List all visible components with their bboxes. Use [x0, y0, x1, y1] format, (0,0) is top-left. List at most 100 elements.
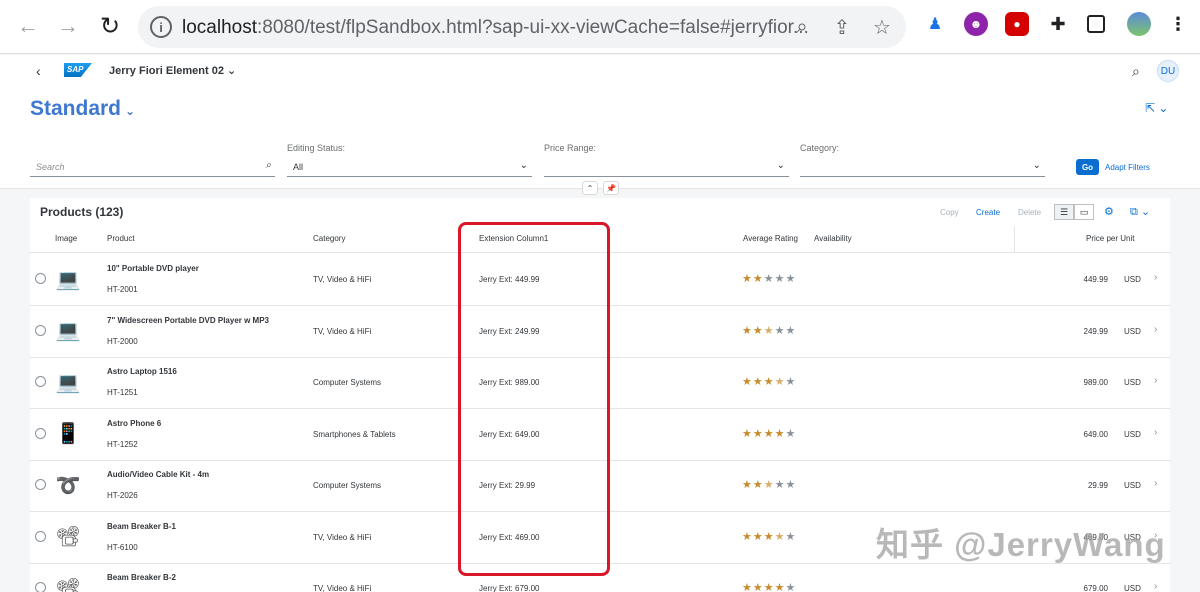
rating-stars: ★★★★★	[742, 376, 797, 388]
shell-back-icon[interactable]: ‹	[36, 63, 41, 79]
pin-header-icon[interactable]: 📌	[603, 181, 619, 195]
export-icon[interactable]: ⧉ ⌄	[1130, 205, 1150, 219]
zoom-icon[interactable]: ⌕	[790, 15, 814, 39]
product-name: Astro Laptop 1516	[107, 367, 177, 376]
row-select-radio[interactable]	[35, 376, 46, 387]
browser-toolbar: ← → ↻ i localhost:8080/test/flpSandbox.h…	[0, 0, 1200, 54]
purple-extension-icon[interactable]: ☻	[964, 12, 988, 36]
delete-button[interactable]: Delete	[1018, 208, 1041, 217]
row-select-radio[interactable]	[35, 427, 46, 439]
side-panel-icon[interactable]	[1087, 15, 1105, 33]
rating-stars: ★★★★★	[742, 479, 797, 491]
price-value: 249.99	[1083, 326, 1108, 336]
row-select-radio[interactable]	[35, 530, 46, 542]
watermark: 知乎 @JerryWang	[876, 526, 1166, 563]
collapse-header-icon[interactable]: ⌃	[582, 181, 598, 195]
back-arrow-icon[interactable]: ←	[10, 8, 46, 44]
category-select[interactable]: ⌄	[800, 158, 1045, 177]
col-header-image[interactable]: Image	[55, 234, 77, 243]
row-select-radio[interactable]	[35, 324, 46, 336]
price-value: 449.99	[1083, 275, 1108, 284]
chevron-down-icon: ⌄	[776, 160, 785, 171]
product-category: TV, Video & HiFi	[313, 326, 372, 336]
row-navigate-icon[interactable]: ›	[1154, 427, 1157, 438]
product-id: HT-1252	[107, 439, 138, 449]
row-navigate-icon[interactable]: ›	[1154, 581, 1157, 592]
product-category: Smartphones & Tablets	[313, 429, 396, 439]
variant-management[interactable]: Standard ⌄	[30, 97, 135, 121]
col-header-product[interactable]: Product	[107, 234, 135, 243]
url-host: localhost	[182, 17, 257, 38]
product-name: Audio/Video Cable Kit - 4m	[107, 470, 210, 479]
currency: USD	[1124, 326, 1141, 336]
row-select-radio[interactable]	[35, 479, 46, 490]
product-id: HT-1251	[107, 388, 138, 397]
editing-status-label: Editing Status:	[287, 143, 346, 153]
currency: USD	[1124, 429, 1141, 439]
row-navigate-icon[interactable]: ›	[1154, 324, 1157, 335]
row-navigate-icon[interactable]: ›	[1154, 478, 1157, 489]
editing-status-value: All	[293, 162, 304, 172]
col-header-rating[interactable]: Average Rating	[743, 234, 798, 243]
extensions-puzzle-icon[interactable]: ✚	[1046, 12, 1070, 36]
export-share-icon[interactable]: ⇱ ⌄	[1145, 101, 1168, 115]
url-path: :8080/test/flpSandbox.html?sap-ui-xx-vie…	[257, 17, 809, 38]
col-header-price[interactable]: Price per Unit	[1086, 234, 1134, 243]
price-range-select[interactable]: ⌄	[544, 158, 789, 177]
rating-stars: ★★★★★	[742, 582, 797, 592]
currency: USD	[1124, 275, 1141, 284]
product-image: 📱	[55, 423, 81, 445]
search-icon[interactable]: ⌕	[265, 160, 271, 171]
product-id: HT-2001	[107, 285, 138, 294]
table-title: Products (123)	[40, 205, 124, 219]
col-header-availability[interactable]: Availability	[814, 234, 852, 243]
shell-search-icon[interactable]: ⌕	[1132, 63, 1140, 80]
site-info-icon[interactable]: i	[150, 16, 172, 38]
price-value: 649.00	[1083, 429, 1108, 439]
rating-stars: ★★★★★	[742, 530, 797, 543]
share-icon[interactable]: ⇪	[830, 15, 854, 39]
app-title-menu[interactable]: Jerry Fiori Element 02 ⌄	[109, 64, 236, 77]
reload-icon[interactable]: ↻	[92, 8, 128, 44]
rating-stars: ★★★★★	[742, 273, 797, 285]
product-name: Beam Breaker B-1	[107, 521, 176, 531]
currency: USD	[1124, 584, 1141, 592]
profile-avatar-icon[interactable]	[1127, 12, 1151, 36]
price-value: 989.00	[1083, 378, 1108, 387]
ublock-extension-icon[interactable]: ●	[1005, 12, 1029, 36]
extension-value: Jerry Ext: 679.00	[479, 584, 540, 592]
editing-status-select[interactable]: All ⌄	[287, 158, 532, 177]
expanded-view-icon[interactable]: ▭	[1074, 204, 1094, 220]
chevron-down-icon: ⌄	[125, 104, 136, 118]
adapt-filters-button[interactable]: Adapt Filters	[1105, 163, 1150, 172]
copy-button[interactable]: Copy	[940, 208, 959, 217]
settings-gear-icon[interactable]: ⚙	[1104, 205, 1114, 218]
create-button[interactable]: Create	[976, 208, 1000, 217]
price-range-label: Price Range:	[544, 143, 597, 153]
condensed-view-icon[interactable]: ☰	[1054, 204, 1074, 220]
row-select-radio[interactable]	[35, 582, 46, 592]
product-name: Astro Phone 6	[107, 418, 162, 428]
chevron-down-icon: ⌄	[1032, 160, 1041, 171]
bookmark-star-icon[interactable]: ☆	[870, 15, 894, 39]
address-bar[interactable]: i localhost:8080/test/flpSandbox.html?sa…	[138, 6, 906, 48]
url-text[interactable]: localhost:8080/test/flpSandbox.html?sap-…	[182, 17, 812, 39]
price-value: 29.99	[1087, 481, 1108, 490]
product-category: Computer Systems	[313, 378, 382, 387]
browser-menu-icon[interactable]: ⋮	[1166, 12, 1190, 36]
product-image: 💻	[55, 371, 81, 394]
row-select-radio[interactable]	[35, 273, 46, 284]
row-navigate-icon[interactable]: ›	[1154, 375, 1157, 386]
product-name: 7" Widescreen Portable DVD Player w MP3	[107, 315, 270, 325]
search-input[interactable]: Search ⌕	[30, 158, 275, 177]
go-button[interactable]: Go	[1076, 159, 1099, 175]
sap-logo[interactable]: SAP	[64, 63, 92, 77]
product-category: TV, Video & HiFi	[313, 584, 372, 592]
forward-arrow-icon[interactable]: →	[50, 8, 86, 44]
product-id: HT-2000	[107, 336, 138, 346]
user-avatar[interactable]: DU	[1157, 60, 1179, 82]
person-extension-icon[interactable]: ♟	[923, 12, 947, 36]
col-header-category[interactable]: Category	[313, 234, 345, 243]
row-navigate-icon[interactable]: ›	[1154, 272, 1157, 283]
shell-bar: ‹ SAP Jerry Fiori Element 02 ⌄ ⌕	[0, 55, 1200, 93]
